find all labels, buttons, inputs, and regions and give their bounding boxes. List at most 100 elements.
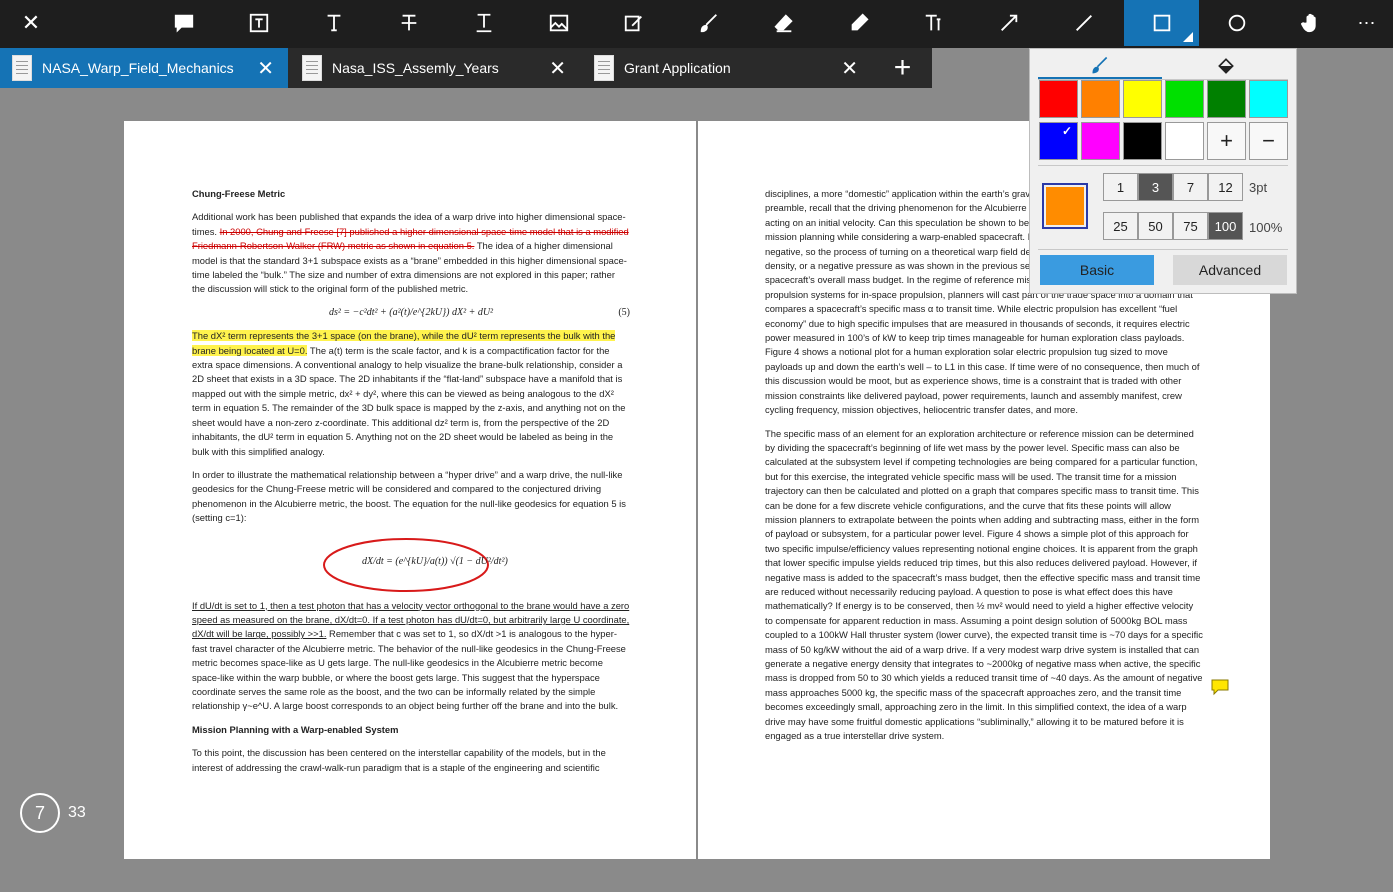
strikethrough-tool-button[interactable]: [371, 0, 446, 46]
plus-icon: +: [1220, 128, 1233, 153]
signature-icon: [624, 15, 642, 32]
paragraph: In order to illustrate the mathematical …: [192, 468, 626, 524]
tab-label: Grant Application: [624, 60, 731, 76]
image-tool-button[interactable]: [521, 0, 596, 46]
document-thumbnail-icon: [12, 55, 32, 81]
color-swatch-dark-green[interactable]: [1207, 80, 1246, 118]
close-tab-icon[interactable]: ✕: [549, 56, 566, 81]
annotation-toolbar: ✕ ⋯: [0, 0, 1393, 48]
equation-text: dX/dt = (e^{kU}/a(t)) √(1 − dU²/dt²): [362, 555, 508, 567]
arrow-tool-button[interactable]: [971, 0, 1046, 46]
opacity-option-100[interactable]: 100: [1208, 212, 1243, 240]
basic-mode-button[interactable]: Basic: [1040, 255, 1154, 285]
color-swatch-magenta[interactable]: [1081, 122, 1120, 160]
paragraph: If dU/dt is set to 1, then a test photon…: [192, 599, 630, 714]
rectangle-icon: [1153, 14, 1170, 32]
color-swatch-orange[interactable]: [1081, 80, 1120, 118]
image-icon: [549, 14, 568, 32]
stroke-color-tab[interactable]: [1038, 53, 1162, 79]
typewriter-tool-button[interactable]: [896, 0, 971, 46]
opacity-option-25[interactable]: 25: [1103, 212, 1138, 240]
comment-tool-button[interactable]: [146, 0, 221, 46]
tab-label: NASA_Warp_Field_Mechanics: [42, 60, 234, 76]
close-icon: ✕: [21, 10, 41, 35]
total-pages: 33: [68, 804, 86, 821]
paragraph: Additional work has been published that …: [192, 210, 630, 296]
color-swatch-blue[interactable]: [1039, 122, 1078, 160]
page-indicator[interactable]: 7 33: [20, 793, 92, 833]
rectangle-tool-button[interactable]: [1124, 0, 1199, 46]
color-swatch-white[interactable]: [1165, 122, 1204, 160]
advanced-mode-button[interactable]: Advanced: [1173, 255, 1287, 285]
eraser-tool-button[interactable]: [746, 0, 821, 46]
underline-tool-button[interactable]: [446, 0, 521, 46]
paint-bucket-icon: [1218, 58, 1234, 74]
close-tab-icon[interactable]: ✕: [841, 56, 858, 81]
comment-annotation-icon[interactable]: [1210, 678, 1230, 696]
color-swatch-black[interactable]: [1123, 122, 1162, 160]
pan-hand-icon: [1300, 13, 1316, 33]
current-page-number[interactable]: 7: [20, 793, 60, 833]
tab-label: Nasa_ISS_Assemly_Years: [332, 60, 499, 76]
paragraph: To this point, the discussion has been c…: [192, 747, 606, 773]
brush-icon: [700, 14, 717, 33]
ellipse-icon: [1228, 14, 1245, 32]
highlighter-tool-button[interactable]: [821, 0, 896, 46]
tab-nasa-iss-assembly-years[interactable]: Nasa_ISS_Assemly_Years ✕: [290, 48, 580, 88]
document-thumbnail-icon: [594, 55, 614, 81]
remove-color-button[interactable]: −: [1249, 122, 1288, 160]
color-palette-flyout: + − 1 3 7 12 3pt 25 50 75 100 100% Basic…: [1029, 48, 1297, 294]
underline-text-icon: [476, 13, 491, 33]
text-box-tool-button[interactable]: [221, 0, 296, 46]
close-tab-icon[interactable]: ✕: [257, 56, 274, 81]
more-options-button[interactable]: ⋯: [1340, 0, 1393, 46]
stroke-preview: [1042, 183, 1088, 229]
line-tool-button[interactable]: [1046, 0, 1121, 46]
opacity-value: 100%: [1249, 220, 1283, 235]
color-swatch-yellow[interactable]: [1123, 80, 1162, 118]
text-box-icon: [249, 13, 268, 33]
comment-icon: [174, 14, 193, 33]
plus-icon: +: [893, 51, 912, 84]
equation-text: ds² = −c²dt² + (a²(t)/e^{2kU}) dX² + dU²: [328, 306, 494, 318]
paragraph: The specific mass of an element for an e…: [765, 427, 1203, 742]
color-swatch-green[interactable]: [1165, 80, 1204, 118]
pan-tool-button[interactable]: [1274, 0, 1349, 46]
close-app-button[interactable]: ✕: [0, 0, 62, 46]
text-tool-button[interactable]: [296, 0, 371, 46]
paragraph-text: Remember that c was set to 1, so dX/dt >…: [192, 628, 626, 712]
color-swatch-cyan[interactable]: [1249, 80, 1288, 118]
section-heading: Chung-Freese Metric: [192, 188, 286, 199]
equation-5: ds² = −c²dt² + (a²(t)/e^{2kU}) dX² + dU²…: [192, 306, 630, 320]
document-tab-bar: NASA_Warp_Field_Mechanics ✕ Nasa_ISS_Ass…: [0, 48, 932, 88]
tab-grant-application[interactable]: Grant Application ✕: [582, 48, 872, 88]
signature-tool-button[interactable]: [596, 0, 671, 46]
fill-color-tab[interactable]: [1164, 53, 1288, 79]
text-icon: [327, 14, 340, 32]
ellipse-tool-button[interactable]: [1199, 0, 1274, 46]
thickness-option-12[interactable]: 12: [1208, 173, 1243, 201]
add-tab-button[interactable]: +: [880, 48, 925, 88]
brush-icon: [1092, 56, 1108, 74]
circled-equation: dX/dt = (e^{kU}/a(t)) √(1 − dU²/dt²): [192, 535, 630, 595]
brush-tool-button[interactable]: [671, 0, 746, 46]
tab-nasa-warp-field-mechanics[interactable]: NASA_Warp_Field_Mechanics ✕: [0, 48, 288, 88]
color-swatch-red[interactable]: [1039, 80, 1078, 118]
opacity-option-50[interactable]: 50: [1138, 212, 1173, 240]
section-heading: Mission Planning with a Warp-enabled Sys…: [192, 723, 399, 735]
thickness-selector: 1 3 7 12: [1103, 173, 1243, 201]
thickness-value: 3pt: [1249, 180, 1268, 195]
arrow-icon: [1000, 14, 1017, 31]
eraser-icon: [773, 14, 793, 33]
document-thumbnail-icon: [302, 55, 322, 81]
document-page-left: Chung-Freese Metric Additional work has …: [124, 121, 696, 859]
thickness-option-7[interactable]: 7: [1173, 173, 1208, 201]
thickness-option-3[interactable]: 3: [1138, 173, 1173, 201]
add-color-button[interactable]: +: [1207, 122, 1246, 160]
thickness-option-1[interactable]: 1: [1103, 173, 1138, 201]
highlighter-icon: [851, 13, 869, 31]
opacity-option-75[interactable]: 75: [1173, 212, 1208, 240]
line-icon: [1075, 15, 1092, 31]
minus-icon: −: [1262, 128, 1275, 153]
more-icon: ⋯: [1357, 12, 1376, 33]
